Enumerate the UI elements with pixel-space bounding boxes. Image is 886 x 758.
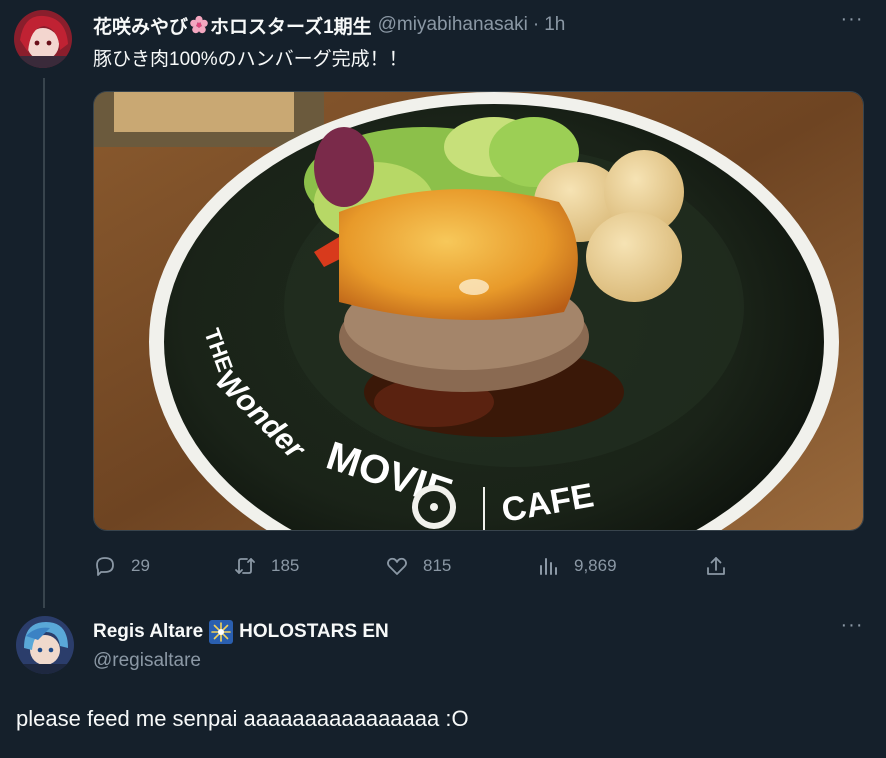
retweet-count: 185 [271,556,300,575]
sparkle-badge-icon [209,620,234,644]
reply-button[interactable]: 29 [93,552,150,580]
heart-icon [387,557,407,575]
like-button[interactable]: 815 [385,552,451,580]
avatar-regis[interactable] [16,616,74,674]
reply-more-icon[interactable]: ··· [840,615,864,642]
tweet-actions: 29 185 815 9,869 [93,552,743,580]
like-count: 815 [423,556,452,575]
share-button[interactable] [704,552,742,580]
author-name-prefix[interactable]: 花咲みやび [93,12,188,39]
views-button[interactable]: 9,869 [536,552,617,580]
reply-text: please feed me senpai aaaaaaaaaaaaaaaa :… [16,706,469,731]
reply-header: Regis Altare HOLOSTARS EN [93,618,389,646]
thread-connector-line [43,78,45,608]
reply-author-affiliation[interactable]: HOLOSTARS EN [239,621,389,643]
separator-dot: · [532,14,540,35]
author-handle[interactable]: @miyabihanasaki [378,14,528,36]
reply-icon [96,557,114,576]
reply-count: 29 [131,556,150,575]
reply-author-handle[interactable]: @regisaltare [93,650,201,672]
tweet-text: 豚ひき肉100%のハンバーグ完成！！ [93,49,408,70]
tweet-more-icon[interactable]: ··· [840,9,864,36]
views-icon [540,558,557,575]
reply-author-name[interactable]: Regis Altare [93,621,203,643]
tweet-image[interactable]: THE Wonder MOVIE CAFE [93,91,864,531]
tweet-header: 花咲みやび ホロスターズ1期生 @miyabihanasaki · 1h [93,12,565,38]
retweet-icon [235,558,255,574]
tweet-timestamp[interactable]: 1h [544,14,565,36]
share-icon [707,557,725,575]
avatar-miyabi[interactable] [14,10,72,68]
author-name-suffix[interactable]: ホロスターズ1期生 [210,12,372,39]
cherry-blossom-icon [189,15,209,35]
views-count: 9,869 [574,556,617,575]
retweet-button[interactable]: 185 [233,552,299,580]
